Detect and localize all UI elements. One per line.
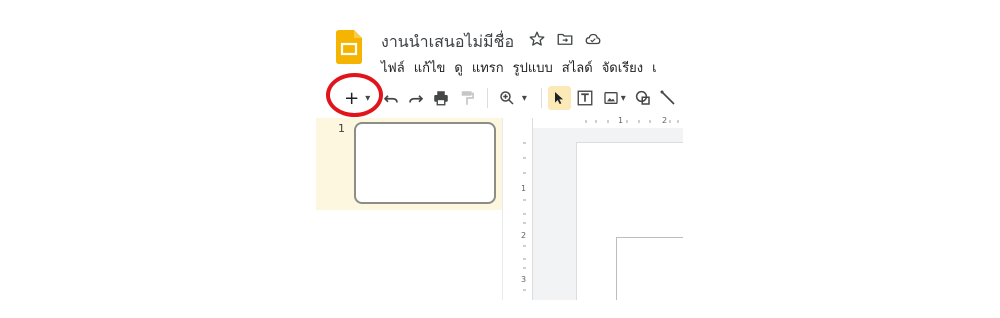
menu-insert[interactable]: แทรก xyxy=(472,57,504,78)
move-to-folder-icon[interactable] xyxy=(556,30,574,48)
vertical-ruler[interactable]: 1 2 3 xyxy=(518,118,533,300)
zoom-button[interactable]: ▾ xyxy=(494,86,531,110)
paint-format-button[interactable] xyxy=(456,86,477,110)
line-button[interactable] xyxy=(658,86,679,110)
print-button[interactable] xyxy=(431,86,452,110)
zoom-in-icon xyxy=(500,91,514,105)
horizontal-ruler[interactable]: 1 2 xyxy=(578,115,683,127)
slide-thumbnail[interactable] xyxy=(354,122,496,204)
text-box-icon xyxy=(577,90,593,106)
slide-filmstrip: 1 xyxy=(316,118,502,210)
print-icon xyxy=(434,91,449,106)
document-title[interactable]: งานนำเสนอไม่มีชื่อ xyxy=(381,30,514,55)
slides-app: งานนำเสนอไม่มีชื่อ ไฟล์ แก้ไข ดู แทรก รู… xyxy=(316,0,683,300)
filmstrip-divider xyxy=(502,118,503,300)
ruler-tick-label: 1 xyxy=(618,116,624,125)
menu-tools-truncated[interactable]: เ xyxy=(652,57,656,78)
undo-icon xyxy=(383,95,398,103)
shape-icon xyxy=(636,90,650,105)
title-icons xyxy=(528,30,602,48)
menu-view[interactable]: ดู xyxy=(454,57,462,78)
menu-slide[interactable]: สไลด์ xyxy=(562,57,593,78)
line-icon xyxy=(660,90,675,105)
menu-arrange[interactable]: จัดเรียง xyxy=(602,57,643,78)
highlight-annotation-circle xyxy=(326,73,383,117)
shape-button[interactable] xyxy=(633,86,654,110)
cursor-icon xyxy=(555,92,564,104)
cloud-status-icon[interactable] xyxy=(584,30,602,48)
menu-bar: ไฟล์ แก้ไข ดู แทรก รูปแบบ สไลด์ จัดเรียง… xyxy=(381,57,657,78)
ruler-tick-label: 2 xyxy=(662,116,668,125)
redo-button[interactable] xyxy=(406,86,427,110)
menu-format[interactable]: รูปแบบ xyxy=(513,57,553,78)
ruler-tick-label: 3 xyxy=(521,275,527,284)
menu-edit[interactable]: แก้ไข xyxy=(414,57,446,78)
ruler-tick-label: 2 xyxy=(521,231,527,240)
text-box-button[interactable] xyxy=(575,86,596,110)
undo-button[interactable] xyxy=(380,86,401,110)
slides-logo-icon[interactable] xyxy=(336,30,362,64)
menu-file[interactable]: ไฟล์ xyxy=(381,57,405,78)
ruler-tick-label: 1 xyxy=(521,184,527,193)
image-icon xyxy=(604,92,618,104)
insert-image-button[interactable]: ▾ xyxy=(600,86,629,110)
slide-placeholder[interactable] xyxy=(616,237,683,300)
paint-format-icon xyxy=(461,91,474,105)
chevron-down-icon: ▾ xyxy=(620,92,626,104)
chevron-down-icon: ▾ xyxy=(521,92,527,104)
toolbar-divider xyxy=(487,88,489,108)
toolbar-divider xyxy=(540,88,542,108)
select-tool-button[interactable] xyxy=(547,86,571,110)
slide-number: 1 xyxy=(338,122,345,135)
star-icon[interactable] xyxy=(528,30,546,48)
redo-icon xyxy=(409,95,424,103)
